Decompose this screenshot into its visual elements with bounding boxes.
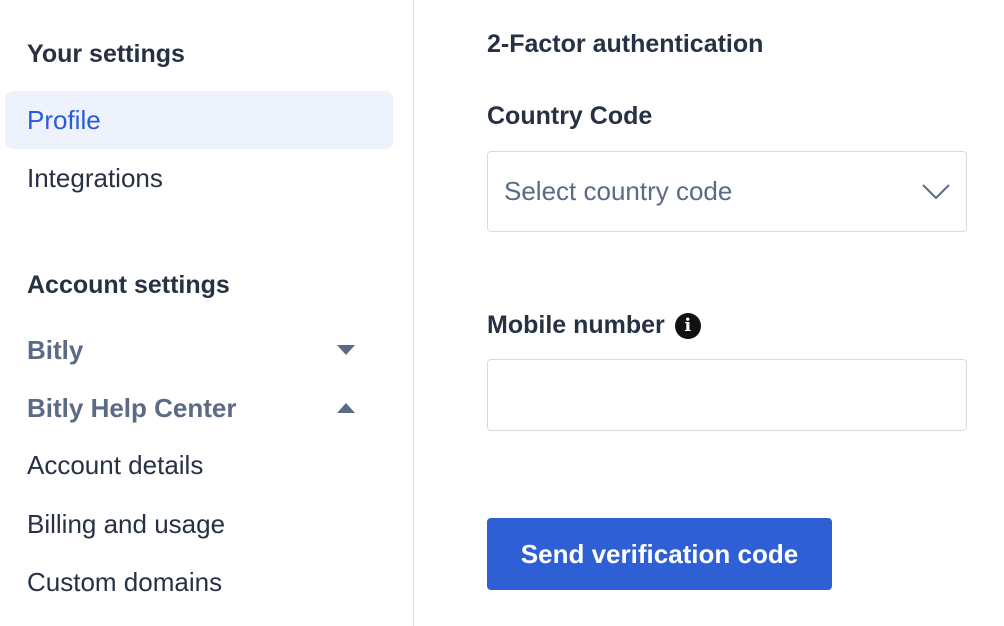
info-icon[interactable]: i (674, 312, 701, 339)
country-code-select[interactable]: Select country code (487, 151, 967, 232)
your-settings-heading: Your settings (27, 40, 185, 68)
sidebar-item-label: Billing and usage (27, 508, 226, 539)
sidebar-item-label: Account details (27, 449, 204, 480)
mobile-number-label-text: Mobile number (487, 311, 665, 339)
chevron-up-icon (337, 403, 355, 413)
sidebar-group-label: Bitly Help Center (27, 392, 237, 423)
page-title: 2-Factor authentication (487, 30, 764, 58)
mobile-number-label: Mobile number i (487, 311, 701, 340)
sidebar-item-custom-domains[interactable]: Custom domains (5, 553, 393, 611)
sidebar-group-bitly[interactable]: Bitly (5, 324, 393, 376)
sidebar-item-billing-and-usage[interactable]: Billing and usage (5, 495, 393, 553)
sidebar-item-label: Integrations (27, 162, 163, 193)
settings-page: Your settings Profile Integrations Accou… (0, 0, 1004, 626)
chevron-down-icon (337, 345, 355, 355)
settings-sidebar: Your settings Profile Integrations Accou… (0, 0, 414, 626)
country-code-label-text: Country Code (487, 102, 653, 130)
account-settings-heading: Account settings (27, 271, 230, 299)
sidebar-item-label: Profile (27, 104, 101, 135)
sidebar-group-label: Bitly (27, 334, 84, 365)
two-factor-panel: 2-Factor authentication Country Code Sel… (487, 0, 967, 626)
country-code-placeholder: Select country code (504, 176, 733, 206)
send-verification-code-button[interactable]: Send verification code (487, 518, 832, 590)
chevron-down-icon (922, 183, 950, 199)
sidebar-item-integrations[interactable]: Integrations (5, 149, 393, 207)
sidebar-item-profile[interactable]: Profile (5, 91, 393, 149)
country-code-label: Country Code (487, 102, 652, 131)
sidebar-item-account-details[interactable]: Account details (5, 436, 393, 494)
sidebar-item-label: Custom domains (27, 566, 223, 597)
mobile-number-input[interactable] (487, 359, 967, 431)
sidebar-group-help-center[interactable]: Bitly Help Center (5, 382, 393, 434)
